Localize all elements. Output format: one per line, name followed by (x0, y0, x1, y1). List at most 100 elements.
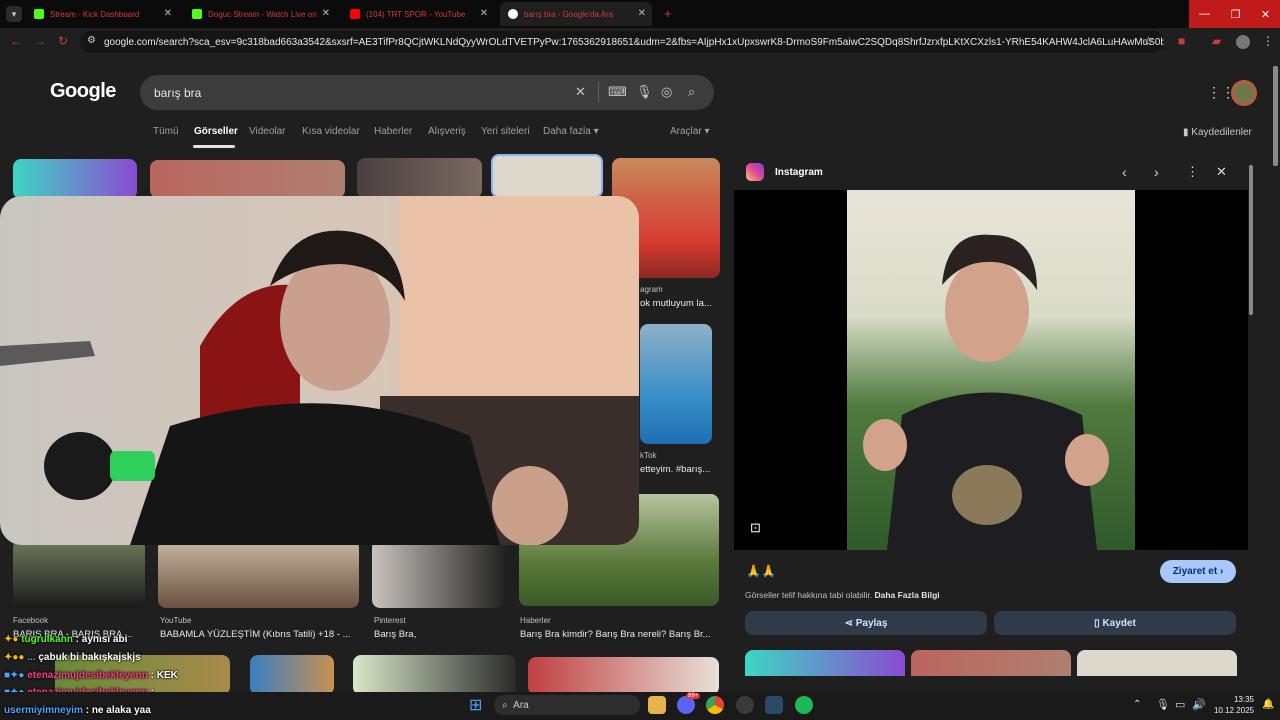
tab-short-videos[interactable]: Kısa videolar (302, 126, 360, 137)
microphone-icon[interactable]: 🎙 (636, 84, 653, 100)
saved-button[interactable]: ▮ Kaydedilenler (1183, 127, 1252, 138)
related-image-thumb[interactable] (911, 650, 1071, 676)
keyboard-icon[interactable]: ⌨ (608, 84, 627, 100)
extensions-puzzle-icon[interactable]: ▰ (1212, 34, 1221, 48)
webcam-overlay (0, 196, 639, 545)
close-icon[interactable]: ✕ (638, 8, 646, 19)
close-icon[interactable]: ✕ (480, 8, 488, 19)
image-result-thumb[interactable] (357, 158, 482, 198)
badge-icon: ✦●● (4, 652, 28, 663)
tab-news[interactable]: Haberler (374, 126, 412, 137)
page-scrollbar[interactable] (1273, 66, 1278, 166)
result-source: agram (640, 285, 663, 294)
menu-icon[interactable]: ⋮ (1262, 34, 1274, 48)
lens-search-icon[interactable]: ⊡ (750, 520, 761, 536)
tab-google-search[interactable]: barış bra - Google'da Ara ✕ (500, 2, 652, 26)
bookmark-icon: ▯ (1094, 617, 1103, 629)
profile-avatar[interactable] (1236, 35, 1250, 49)
chrome-icon[interactable] (706, 696, 724, 714)
obs-icon[interactable] (736, 696, 754, 714)
result-caption[interactable]: agram ok mutluyum la... (640, 285, 720, 309)
google-logo[interactable]: Google (50, 80, 116, 103)
google-icon (508, 9, 518, 19)
tab-kick-dashboard[interactable]: Stream - Kick Dashboard ✕ (26, 2, 178, 26)
tab-websites[interactable]: Yeri siteleri (481, 126, 530, 137)
close-icon[interactable]: ✕ (164, 8, 172, 19)
image-result-thumb[interactable] (372, 540, 505, 608)
chat-text: : aynısı abi (75, 634, 128, 645)
search-icon[interactable]: ⌕ (688, 84, 695, 100)
app-icon[interactable] (765, 696, 783, 714)
tab-doguc-stream[interactable]: Doguc Stream - Watch Live on ✕ (184, 2, 336, 26)
visit-button[interactable]: Ziyaret et › (1160, 560, 1236, 583)
address-bar[interactable]: ⚙ google.com/search?sca_esv=9c318bad663a… (80, 31, 1164, 53)
lens-icon[interactable]: ◎ (661, 84, 672, 100)
image-result-thumb[interactable] (640, 324, 712, 444)
tab-title: Doguc Stream - Watch Live on (208, 9, 317, 19)
start-icon[interactable]: ⊞ (469, 695, 482, 715)
chat-user: ... (27, 652, 36, 663)
related-image-thumb[interactable] (745, 650, 905, 676)
volume-icon[interactable]: 🔊 (1192, 698, 1206, 711)
microphone-icon[interactable]: 🎙 (1156, 698, 1170, 711)
preview-image[interactable] (847, 190, 1135, 550)
image-result-thumb[interactable] (528, 657, 719, 695)
chat-user: usermiyimneyim (4, 705, 83, 716)
tools-button[interactable]: Araçlar ▾ (670, 126, 710, 137)
share-icon: ⋖ (844, 617, 856, 629)
image-result-thumb[interactable] (13, 159, 137, 199)
tab-search-icon[interactable]: ▾ (6, 6, 22, 22)
tab-shopping[interactable]: Alışveriş (428, 126, 466, 137)
tab-all[interactable]: Tümü (153, 126, 179, 137)
search-query[interactable]: barış bra (154, 86, 201, 100)
related-image-thumb[interactable] (1077, 650, 1237, 676)
site-info-icon[interactable]: ⚙ (87, 35, 96, 46)
tab-trt-spor[interactable]: (104) TRT SPOR - YouTube ✕ (342, 2, 494, 26)
clock[interactable]: 13:35 10.12.2025 (1212, 694, 1254, 716)
image-result-thumb[interactable] (353, 655, 516, 695)
file-explorer-icon[interactable] (648, 696, 666, 714)
forward-icon[interactable]: → (34, 34, 46, 48)
network-icon[interactable]: ▭ (1175, 698, 1185, 711)
close-window-button[interactable]: ✕ (1251, 0, 1280, 28)
result-caption[interactable]: Pinterest Barış Bra, (374, 616, 509, 640)
youtube-icon (350, 9, 360, 19)
new-tab-button[interactable]: + (664, 6, 672, 21)
result-caption[interactable]: kTok etteyim. #barış... (640, 451, 720, 475)
prev-icon[interactable]: ‹ (1122, 164, 1127, 180)
close-icon[interactable]: ✕ (1216, 164, 1227, 180)
next-icon[interactable]: › (1154, 164, 1159, 180)
bookmark-star-icon[interactable]: ☆ (1143, 34, 1154, 48)
share-button[interactable]: ⋖ Paylaş (745, 611, 987, 635)
maximize-button[interactable]: ❐ (1220, 0, 1251, 28)
close-icon[interactable]: ✕ (322, 8, 330, 19)
tab-more[interactable]: Daha fazla ▾ (543, 126, 599, 137)
extension-icon[interactable]: ■ (1178, 34, 1185, 48)
chevron-up-icon[interactable]: ⌃ (1133, 699, 1141, 710)
result-caption[interactable]: YouTube BABAMLA YÜZLEŞTİM (Kıbrıs Tatili… (160, 616, 360, 640)
image-result-thumb[interactable] (250, 655, 334, 695)
tab-videos[interactable]: Videolar (249, 126, 286, 137)
account-avatar[interactable] (1231, 80, 1257, 106)
image-result-thumb[interactable] (13, 540, 145, 608)
search-input[interactable] (140, 75, 714, 110)
taskbar (0, 692, 1280, 720)
save-button[interactable]: ▯ Kaydet (994, 611, 1236, 635)
panel-scrollbar[interactable] (1249, 165, 1253, 315)
tab-images[interactable]: Görseller (194, 126, 238, 137)
panel-source[interactable]: Instagram (775, 167, 823, 178)
spotify-icon[interactable] (795, 696, 813, 714)
image-result-thumb[interactable] (158, 540, 359, 608)
result-caption[interactable]: Haberler Barış Bra kimdir? Barış Bra ner… (520, 616, 720, 640)
learn-more-link[interactable]: Daha Fazla Bilgi (874, 590, 939, 600)
clear-icon[interactable]: ✕ (575, 84, 586, 100)
image-result-thumb-selected[interactable] (491, 154, 603, 198)
image-result-thumb[interactable] (150, 160, 345, 198)
clock-time: 13:35 (1233, 695, 1254, 704)
minimize-button[interactable]: — (1189, 0, 1220, 28)
reload-icon[interactable]: ↻ (58, 34, 68, 48)
more-options-icon[interactable]: ⋮ (1186, 164, 1199, 180)
notifications-icon[interactable]: 🔔 (1262, 699, 1274, 710)
back-icon[interactable]: ← (10, 34, 22, 48)
taskbar-search[interactable]: ⌕ Ara (494, 695, 640, 715)
